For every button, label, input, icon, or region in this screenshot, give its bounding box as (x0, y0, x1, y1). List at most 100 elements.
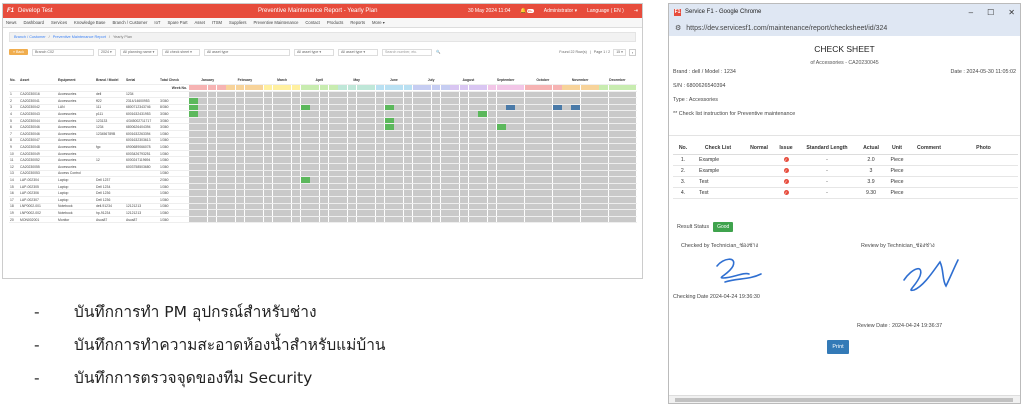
scheduled-check-cell[interactable] (571, 104, 581, 110)
minimize-icon[interactable]: – (969, 8, 973, 17)
week-cell (627, 144, 637, 150)
table-row[interactable]: 5 CA20230044 Accessories 123133 4/3450027117… (9, 117, 637, 125)
scheduled-check-cell[interactable] (189, 111, 198, 117)
asset-type-select[interactable]: All asset type (204, 48, 290, 56)
scheduled-check-cell[interactable] (189, 104, 198, 110)
nav-item[interactable]: Branch / Customer (112, 20, 147, 25)
table-row[interactable]: 2 CA20230041 Accessories ff22 2314/14600953 3… (9, 97, 637, 105)
nav-item[interactable]: Dashboard (23, 20, 44, 25)
next-page-button[interactable]: › (629, 48, 636, 56)
week-cell (552, 131, 562, 137)
table-row[interactable]: 9 CA20230048 Accessories fgc 6900689066078 1/… (9, 143, 637, 151)
planning-select[interactable]: All planning name ▾ (120, 48, 158, 56)
nav-item[interactable]: Knowledge Base (74, 20, 105, 25)
table-row[interactable]: 1 CA20230016 Accessories dell 1234 (9, 91, 637, 99)
week-cell (608, 177, 618, 183)
week-cell (263, 164, 273, 170)
url-text[interactable]: https://dev.servicesf1.com/maintenance/r… (686, 25, 887, 32)
week-cell (552, 170, 562, 176)
nav-item[interactable]: Reports (350, 20, 365, 25)
week-cell (440, 210, 450, 216)
logout-icon[interactable]: ⇥ (634, 8, 638, 14)
table-row[interactable]: 17 LAP-002307 Laptop Dell 1236 1/360 (9, 196, 637, 204)
scheduled-check-cell[interactable] (496, 124, 506, 130)
scheduled-check-cell[interactable] (384, 124, 394, 130)
nav-item[interactable]: Products (327, 20, 344, 25)
table-row[interactable]: 11 CA20230052 Accessories 12 6000247119694 1/… (9, 156, 637, 165)
horizontal-scrollbar[interactable] (669, 395, 1020, 403)
site-settings-icon[interactable]: ⚙ (675, 24, 681, 32)
table-row[interactable]: 7 CA20230046 Accessories 123456789B 60016322… (9, 130, 637, 138)
week-cell (254, 124, 264, 130)
nav-item[interactable]: More ▾ (372, 20, 385, 25)
scheduled-check-cell[interactable] (384, 117, 394, 124)
table-row[interactable]: 19 LNP0002-002 Notebook hp-91234 12121213 1/3… (9, 209, 637, 217)
week-cell (422, 177, 431, 183)
checksheet-select[interactable]: All check sheet ▾ (162, 48, 200, 56)
table-row[interactable]: 20 MON002001 Monitor Asus87 Asus87 1/360 (9, 216, 637, 224)
scheduled-check-cell[interactable] (189, 98, 198, 104)
print-button[interactable]: Print (827, 340, 849, 354)
table-cell: CA20230043 (19, 110, 57, 118)
check-sheet-window: F1 Service F1 - Google Chrome – ☐ ✕ ⚙ ht… (668, 3, 1021, 404)
week-cell (394, 131, 403, 137)
nav-item[interactable]: ITSM (212, 20, 222, 25)
table-row[interactable]: 8 CA20230047 Accessories 6001632303613 1/360 (9, 137, 637, 145)
week-cell (198, 190, 208, 196)
week-cell (198, 144, 208, 150)
breadcrumb-pm-report[interactable]: Preventive Maintenance Report (53, 35, 106, 39)
table-row[interactable]: 16 LAP-002306 Laptop Dell 1236 1/360 (9, 189, 637, 197)
scheduled-check-cell[interactable] (506, 104, 515, 110)
table-row[interactable]: 14 LAP-002304 Laptop Dell 1237 2/360 (9, 176, 637, 184)
per-page-select[interactable]: 15 ▾ (613, 48, 626, 56)
scheduled-check-cell[interactable] (478, 111, 487, 117)
nav-item[interactable]: Spare Part (167, 20, 187, 25)
asset-type-select-3[interactable]: All asset type ▾ (338, 48, 378, 56)
week-cell (618, 104, 627, 110)
table-cell: Laptop (57, 183, 95, 191)
user-menu[interactable]: Administrator ▾ (544, 8, 577, 14)
branch-select[interactable]: Branch C02 (32, 48, 94, 56)
scrollbar-thumb[interactable] (675, 398, 1013, 402)
nav-item[interactable]: Preventive Maintenance (253, 20, 298, 25)
close-icon[interactable]: ✕ (1008, 8, 1015, 17)
week-number-cell (450, 84, 459, 90)
year-select[interactable]: 2024 ▾ (98, 48, 116, 56)
nav-item[interactable]: IoT (154, 20, 160, 25)
search-input[interactable]: Search number, etc. (382, 48, 432, 56)
search-icon[interactable]: 🔍 (436, 50, 440, 54)
nav-item[interactable]: Asset (195, 20, 205, 25)
app-title[interactable]: Develop Test (18, 8, 53, 14)
week-cell (235, 197, 245, 203)
week-cell (599, 203, 609, 209)
breadcrumb-branch[interactable]: Branch / Customer (14, 35, 46, 39)
table-row[interactable]: 3 CA20230042 LAN 111 6800712343746 8/360 (9, 104, 637, 112)
maximize-icon[interactable]: ☐ (987, 8, 994, 17)
week-cell (422, 150, 431, 156)
nav-item[interactable]: Contact (305, 20, 319, 25)
bell-icon[interactable]: 🔔99+ (520, 8, 534, 14)
week-cell (599, 170, 609, 176)
week-cell (627, 190, 637, 196)
nav-item[interactable]: Services (51, 20, 67, 25)
scheduled-check-cell[interactable] (300, 104, 310, 110)
notification-badge: 99+ (526, 9, 534, 13)
table-row[interactable]: 15 LAP-002305 Laptop Dell 1234 1/360 (9, 183, 637, 191)
address-bar[interactable]: ⚙ https://dev.servicesf1.com/maintenance… (669, 20, 1020, 36)
table-row[interactable]: 6 CA20230046 Accessories 1234 6800626404394 3… (9, 123, 637, 132)
scheduled-check-cell[interactable] (300, 177, 310, 183)
scheduled-check-cell[interactable] (384, 104, 394, 110)
back-button[interactable]: « Back (9, 49, 28, 55)
table-row[interactable]: 10 CA20230049 Accessories 6003426793251 1/36… (9, 150, 637, 158)
week-cell (459, 177, 469, 183)
table-row[interactable]: 4 CA20230043 Accessories p111 6001632431953 3… (9, 110, 637, 118)
language-menu[interactable]: Language ( EN ) (587, 8, 624, 14)
nav-item[interactable]: Suppliers (229, 20, 246, 25)
week-cell (384, 210, 394, 216)
asset-type-select-2[interactable]: All asset type ▾ (294, 48, 334, 56)
table-row[interactable]: 18 LNP0002-001 Notebook dell-91234 12121213 1… (9, 203, 637, 211)
table-row[interactable]: 13 CA20230053 Access Control 1/360 (9, 170, 637, 178)
nav-item[interactable]: News (6, 20, 16, 25)
scheduled-check-cell[interactable] (552, 104, 562, 110)
table-row[interactable]: 12 CA20230055 Accessories 6003758503680 1/36… (9, 163, 637, 171)
